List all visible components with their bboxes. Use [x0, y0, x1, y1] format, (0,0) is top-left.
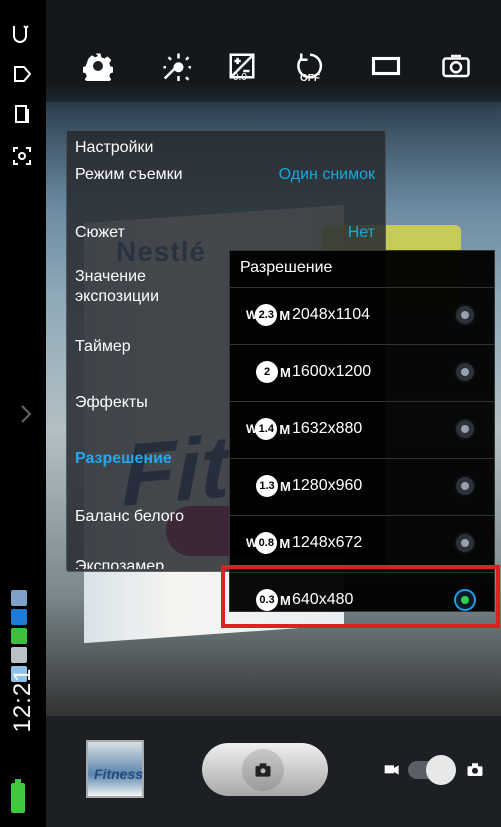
highlight-frame	[221, 565, 500, 628]
resolution-option[interactable]: W 2.3 M 2048x1104	[230, 287, 494, 345]
timer-icon[interactable]: OFF	[288, 44, 332, 88]
settings-title: Настройки	[75, 139, 154, 156]
setting-label: Сюжет	[75, 224, 125, 241]
settings-gear-icon[interactable]	[76, 44, 120, 88]
back-icon[interactable]	[8, 20, 36, 48]
download-icon	[11, 628, 27, 644]
camera-mode-toggle[interactable]	[381, 755, 485, 785]
flash-icon[interactable]	[154, 44, 198, 88]
radio-button[interactable]	[454, 361, 476, 383]
resolution-option[interactable]: W 1.4 M 1632x880	[230, 401, 494, 459]
resolution-w08m-icon: W 0.8 M	[246, 532, 290, 554]
setting-value: Нет	[347, 224, 375, 241]
radio-button[interactable]	[454, 304, 476, 326]
setting-label: Баланс белого	[75, 508, 185, 525]
resolution-title: Разрешение	[240, 259, 333, 276]
setting-shooting-mode[interactable]: Режим съемки Один снимок	[75, 165, 375, 185]
setting-label: Эффекты	[75, 394, 148, 411]
switch-camera-icon[interactable]	[434, 44, 478, 88]
resolution-label: 1600x1200	[292, 363, 372, 380]
setting-scene[interactable]: Сюжет Нет	[75, 223, 375, 243]
exposure-value: 0.0	[233, 72, 247, 83]
resolution-option[interactable]: 1.3 M 1280x960	[230, 458, 494, 516]
screenshot-icon[interactable]	[8, 142, 36, 170]
radio-button[interactable]	[454, 532, 476, 554]
resolution-label: 1280x960	[292, 477, 363, 494]
radio-button[interactable]	[454, 475, 476, 497]
setting-label: Режим съемки	[75, 166, 183, 183]
home-icon[interactable]	[8, 60, 36, 88]
resolution-label: 2048x1104	[292, 306, 370, 323]
sync-icon	[11, 590, 27, 606]
resolution-13m-icon: 1.3 M	[246, 475, 291, 497]
resolution-w23m-icon: W 2.3 M	[246, 304, 290, 326]
shutter-button[interactable]	[202, 743, 328, 796]
status-bar: 12:21	[0, 0, 46, 827]
recent-apps-icon[interactable]	[8, 100, 36, 128]
status-time: 12:21	[9, 667, 36, 733]
resolution-w14m-icon: W 1.4 M	[246, 418, 290, 440]
setting-exposure[interactable]: Значение экспозиции	[75, 267, 215, 307]
exposure-icon[interactable]: 0.0	[220, 44, 264, 88]
aspect-ratio-icon[interactable]	[364, 44, 408, 88]
battery-icon	[11, 779, 25, 813]
camera-toolbar: 0.0 OFF	[46, 0, 501, 102]
resolution-label: 1248x672	[292, 534, 363, 551]
setting-label: Экспозамер	[75, 558, 165, 569]
resolution-popup: Разрешение W 2.3 M 2048x1104 2M 1600x1200 …	[229, 250, 495, 612]
camera-icon	[242, 749, 284, 791]
setting-label: Таймер	[75, 338, 131, 355]
toggle-knob[interactable]	[426, 755, 456, 785]
setting-label: Значение экспозиции	[75, 268, 160, 305]
setting-label: Разрешение	[75, 450, 172, 467]
chevron-right-icon[interactable]	[12, 400, 40, 428]
gallery-thumbnail[interactable]: Fitness	[86, 740, 144, 798]
radio-button[interactable]	[454, 418, 476, 440]
photo-icon	[465, 761, 485, 784]
setting-value: Один снимок	[278, 166, 375, 183]
timer-value: OFF	[300, 73, 320, 84]
video-icon	[381, 762, 403, 783]
resolution-label: 1632x880	[292, 420, 363, 437]
resolution-2m-icon: 2M	[246, 361, 291, 383]
resolution-option[interactable]: 2M 1600x1200	[230, 344, 494, 402]
skype-icon	[11, 609, 27, 625]
camera-bottom-bar: Fitness	[46, 716, 501, 827]
mail-icon	[11, 647, 27, 663]
